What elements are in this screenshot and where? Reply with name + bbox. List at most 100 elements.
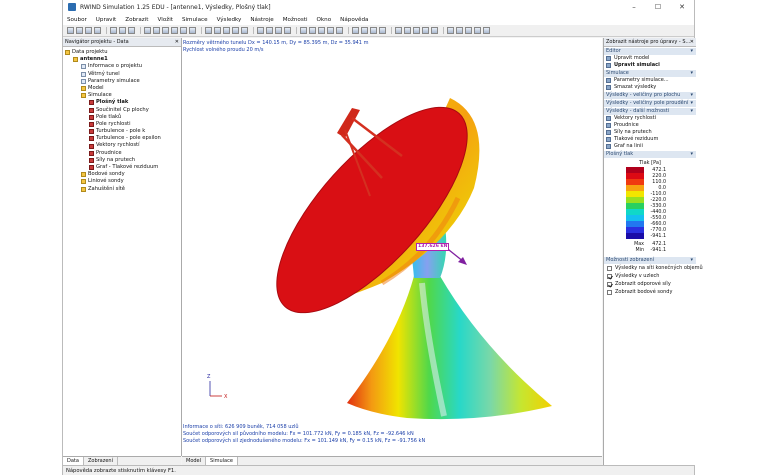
toolbar-button-icon[interactable] — [94, 27, 101, 34]
section-display-options[interactable]: Možnosti zobrazení — [604, 256, 696, 264]
toolbar-button-icon[interactable] — [266, 27, 273, 34]
tree-item[interactable]: Větrný tunel — [65, 71, 181, 78]
display-option[interactable]: Výsledky v uzlech — [604, 272, 696, 280]
menu-vysledky[interactable]: Výsledky — [217, 17, 242, 23]
toolbar-button-icon[interactable] — [474, 27, 481, 34]
toolbar-button-icon[interactable] — [67, 27, 74, 34]
toolbar-button-icon[interactable] — [119, 27, 126, 34]
tunnel-dimensions: Rozměry větrného tunelu Dx = 140.15 m, D… — [183, 40, 369, 46]
close-button[interactable]: ✕ — [670, 0, 694, 14]
toolbar-button-icon[interactable] — [483, 27, 490, 34]
display-option[interactable]: Zobrazit odporové síly — [604, 280, 696, 288]
menu-moznosti[interactable]: Možnosti — [283, 17, 308, 23]
toolbar-button-icon[interactable] — [76, 27, 83, 34]
toolbar-button-icon[interactable] — [153, 27, 160, 34]
tool-item[interactable]: Parametry simulace... — [604, 77, 696, 84]
tree-item[interactable]: Vektory rychlostí — [65, 142, 181, 149]
tree-item[interactable]: Pole tlaků — [65, 114, 181, 121]
toolbar-button-icon[interactable] — [456, 27, 463, 34]
toolbar-button-icon[interactable] — [300, 27, 307, 34]
tree-item[interactable]: Zahuštění sítě — [65, 186, 181, 193]
toolbar-button-icon[interactable] — [379, 27, 386, 34]
tool-item-label: Graf na linii — [614, 143, 643, 149]
menu-nastroje[interactable]: Nástroje — [250, 17, 273, 23]
tool-item[interactable]: Síly na prutech — [604, 129, 696, 136]
display-option[interactable]: Výsledky na síti konečných objemů — [604, 264, 703, 272]
toolbar-button-icon[interactable] — [223, 27, 230, 34]
display-option[interactable]: Zobrazit bodové sondy — [604, 288, 696, 296]
section-header[interactable]: Výsledky - další možnosti — [604, 107, 696, 115]
section-header[interactable]: Simulace — [604, 69, 696, 77]
tree-item[interactable]: Turbulence - pole k — [65, 128, 181, 135]
tree-item[interactable]: Liniové sondy — [65, 178, 181, 185]
toolbar-button-icon[interactable] — [404, 27, 411, 34]
tool-item[interactable]: Smazat výsledky — [604, 84, 696, 91]
toolbar-button-icon[interactable] — [180, 27, 187, 34]
tool-item[interactable]: Upravit simulaci — [604, 62, 696, 69]
tree-item[interactable]: Data projektu — [65, 49, 181, 56]
menu-vlozit[interactable]: Vložit — [157, 17, 173, 23]
toolbar-button-icon[interactable] — [162, 27, 169, 34]
toolbar-button-icon[interactable] — [318, 27, 325, 34]
toolbar-button-icon[interactable] — [336, 27, 343, 34]
menu-upravit[interactable]: Upravit — [96, 17, 116, 23]
tree-item[interactable]: Informace o projektu — [65, 63, 181, 70]
toolbar-button-icon[interactable] — [189, 27, 196, 34]
toolbar-button-icon[interactable] — [309, 27, 316, 34]
tree-item[interactable]: Součinitel Cp plochy — [65, 107, 181, 114]
toolbar-button-icon[interactable] — [275, 27, 282, 34]
section-header[interactable]: Editor — [604, 47, 696, 55]
tree-item[interactable]: Pole rychlosti — [65, 121, 181, 128]
close-icon[interactable]: ✕ — [175, 38, 179, 46]
checkbox[interactable] — [607, 281, 612, 287]
toolbar-button-icon[interactable] — [128, 27, 135, 34]
tool-item[interactable]: Graf na linii — [604, 143, 696, 150]
section-plosny-tlak[interactable]: Plošný tlak — [604, 150, 696, 158]
close-icon[interactable]: ✕ — [690, 38, 694, 46]
menu-zobrazit[interactable]: Zobrazit — [125, 17, 148, 23]
menu-okno[interactable]: Okno — [317, 17, 332, 23]
tool-icon — [606, 116, 611, 121]
toolbar-button-icon[interactable] — [214, 27, 221, 34]
toolbar-button-icon[interactable] — [205, 27, 212, 34]
tree-item[interactable]: Proudnice — [65, 150, 181, 157]
3d-viewport[interactable]: Rozměry větrného tunelu Dx = 140.15 m, D… — [182, 38, 602, 456]
checkbox[interactable] — [607, 273, 612, 279]
checkbox[interactable] — [607, 289, 612, 295]
tree-item[interactable]: antenne1 — [65, 56, 181, 63]
section-header[interactable]: Výsledky - veličiny pro plochu — [604, 91, 696, 99]
toolbar-button-icon[interactable] — [284, 27, 291, 34]
tree-item[interactable]: Parametry simulace — [65, 78, 181, 85]
toolbar-button-icon[interactable] — [395, 27, 402, 34]
checkbox[interactable] — [607, 265, 612, 271]
tool-item[interactable]: Tlakové reziduum — [604, 136, 696, 143]
tool-item[interactable]: Proudnice — [604, 122, 696, 129]
toolbar-button-icon[interactable] — [85, 27, 92, 34]
toolbar-button-icon[interactable] — [413, 27, 420, 34]
minimize-button[interactable]: – — [622, 0, 646, 14]
menu-napoveda[interactable]: Nápověda — [340, 17, 368, 23]
tool-item[interactable]: Vektory rychlostí — [604, 115, 696, 122]
menu-simulace[interactable]: Simulace — [182, 17, 208, 23]
toolbar-button-icon[interactable] — [241, 27, 248, 34]
toolbar-button-icon[interactable] — [361, 27, 368, 34]
toolbar-button-icon[interactable] — [171, 27, 178, 34]
toolbar-button-icon[interactable] — [352, 27, 359, 34]
toolbar-button-icon[interactable] — [465, 27, 472, 34]
tree-item[interactable]: Model — [65, 85, 181, 92]
toolbar-button-icon[interactable] — [110, 27, 117, 34]
menu-soubor[interactable]: Soubor — [67, 17, 87, 23]
toolbar-button-icon[interactable] — [422, 27, 429, 34]
toolbar-button-icon[interactable] — [144, 27, 151, 34]
section-header[interactable]: Výsledky - veličiny pole proudění — [604, 99, 696, 107]
tool-item[interactable]: Upravit model — [604, 55, 696, 62]
toolbar-button-icon[interactable] — [431, 27, 438, 34]
toolbar-button-icon[interactable] — [327, 27, 334, 34]
toolbar-button-icon[interactable] — [232, 27, 239, 34]
tree-item[interactable]: Plošný tlak — [65, 99, 181, 106]
toolbar-button-icon[interactable] — [447, 27, 454, 34]
tree-item[interactable]: Síly na prutech — [65, 157, 181, 164]
toolbar-button-icon[interactable] — [370, 27, 377, 34]
toolbar-button-icon[interactable] — [257, 27, 264, 34]
maximize-button[interactable]: ☐ — [646, 0, 670, 14]
